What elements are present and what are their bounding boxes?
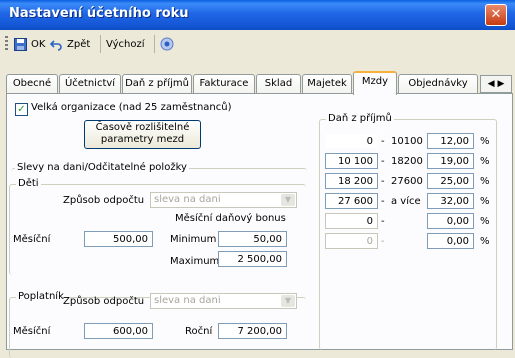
tab-ucetnictvi[interactable]: Účetnictví — [59, 74, 121, 93]
chevron-down-icon[interactable]: ▼ — [281, 194, 295, 206]
bracket-from[interactable]: 18 200 — [325, 173, 378, 189]
poplatnik-method-select[interactable]: sleva na dani ▼ — [150, 293, 297, 309]
bracket-dash: - — [381, 156, 385, 167]
undo-icon — [50, 39, 62, 51]
title-bar: Nastavení účetního roku ✕ — [0, 0, 515, 30]
bracket-from[interactable]: 0 — [325, 233, 378, 249]
big-org-label: Velká organizace (nad 25 zaměstnanců) — [31, 102, 232, 113]
poplatnik-yearly-label: Roční — [185, 326, 213, 337]
big-org-checkbox[interactable]: ✓ — [15, 103, 28, 116]
dan-title: Daň z příjmů — [326, 113, 394, 124]
bracket-dash: - — [381, 236, 385, 247]
default-label: Výchozí — [106, 38, 145, 50]
time-params-button[interactable]: Časově rozlišitelné parametry mezd — [84, 120, 201, 149]
checkmark-icon: ✓ — [17, 104, 26, 115]
window-title: Nastavení účetního roku — [9, 6, 189, 21]
percent-sign: % — [480, 176, 490, 187]
bracket-from[interactable]: 10 100 — [325, 153, 378, 169]
tab-objednavky[interactable]: Objednávky — [398, 74, 478, 93]
bracket-dash: - — [381, 136, 385, 147]
percent-sign: % — [480, 136, 490, 147]
bracket-to: 27600 — [391, 176, 423, 187]
poplatnik-monthly-field[interactable]: 600,00 — [84, 323, 153, 339]
tab-mzdy[interactable]: Mzdy — [353, 71, 397, 95]
bracket-to: 10100 — [391, 136, 423, 147]
tab-strip: Obecné Účetnictví Daň z příjmů Fakturace… — [6, 71, 512, 95]
percent-sign: % — [480, 196, 490, 207]
deti-method-select[interactable]: sleva na dani ▼ — [150, 192, 297, 208]
close-button[interactable]: ✕ — [485, 4, 507, 26]
bracket-from[interactable]: 0 — [325, 133, 378, 149]
tab-majetek[interactable]: Majetek — [302, 74, 352, 93]
toolbar-separator — [154, 35, 155, 53]
tab-scroll-arrows[interactable]: ◀ ▶ — [480, 75, 512, 93]
bracket-rate[interactable]: 0,00 — [427, 213, 474, 229]
back-button[interactable]: Zpět — [50, 35, 90, 53]
percent-sign: % — [480, 236, 490, 247]
deti-title: Děti — [16, 178, 41, 189]
back-label: Zpět — [67, 38, 91, 50]
close-icon: ✕ — [490, 7, 502, 22]
bracket-to: a více — [391, 196, 421, 207]
bracket-rate[interactable]: 25,00 — [427, 173, 474, 189]
poplatnik-title: Poplatník — [16, 291, 66, 302]
ok-label: OK — [31, 38, 46, 50]
deti-monthly-field[interactable]: 500,00 — [84, 231, 153, 247]
poplatnik-method-value: sleva na dani — [154, 295, 221, 306]
save-icon — [14, 37, 27, 51]
default-button[interactable]: Výchozí — [106, 35, 144, 53]
bracket-rate[interactable]: 19,00 — [427, 153, 474, 169]
bracket-dash: - — [381, 196, 385, 207]
poplatnik-yearly-field[interactable]: 7 200,00 — [218, 323, 287, 339]
deti-monthly-label: Měsíční — [13, 234, 51, 245]
slevy-title: Slevy na dani/Odčitatelné položky — [15, 162, 189, 173]
chevron-down-icon[interactable]: ▼ — [281, 295, 295, 307]
poplatnik-method-label: Způsob odpočtu — [63, 296, 145, 307]
bracket-dash: - — [381, 176, 385, 187]
toolbar: OK Zpět Výchozí — [2, 32, 512, 56]
time-params-line2: parametry mezd — [100, 134, 185, 145]
tab-dan-z-prijmu[interactable]: Daň z příjmů — [122, 74, 192, 93]
help-button[interactable] — [160, 35, 174, 53]
bonus-max-field[interactable]: 2 500,00 — [218, 251, 287, 267]
help-icon — [160, 37, 174, 51]
bracket-dash: - — [381, 216, 385, 227]
ok-button[interactable]: OK — [14, 35, 45, 53]
percent-sign: % — [480, 156, 490, 167]
bracket-to: 18200 — [391, 156, 423, 167]
bonus-title: Měsíční daňový bonus — [175, 213, 286, 224]
bracket-from[interactable]: 0 — [325, 213, 378, 229]
bonus-min-field[interactable]: 50,00 — [218, 231, 287, 247]
time-params-line1: Časově rozlišitelné — [95, 122, 190, 133]
deti-method-value: sleva na dani — [154, 194, 221, 205]
bracket-from[interactable]: 27 600 — [325, 193, 378, 209]
deti-method-label: Způsob odpočtu — [63, 195, 145, 206]
bracket-rate[interactable]: 32,00 — [427, 193, 474, 209]
tab-fakturace[interactable]: Fakturace — [193, 74, 255, 93]
mzdy-panel: ✓ Velká organizace (nad 25 zaměstnanců) … — [6, 93, 513, 358]
toolbar-separator — [100, 35, 101, 53]
bracket-rate[interactable]: 0,00 — [427, 233, 474, 249]
percent-sign: % — [480, 216, 490, 227]
tab-sklad[interactable]: Sklad — [256, 74, 301, 93]
toolbar-grip[interactable] — [5, 36, 8, 52]
poplatnik-monthly-label: Měsíční — [13, 326, 51, 337]
arrow-right-icon[interactable]: ▶ — [497, 79, 504, 89]
bracket-rate[interactable]: 12,00 — [427, 133, 474, 149]
arrow-left-icon[interactable]: ◀ — [488, 79, 495, 89]
bonus-min-label: Minimum — [170, 234, 217, 245]
tab-obecne[interactable]: Obecné — [6, 74, 58, 93]
bonus-max-label: Maximum — [170, 256, 220, 267]
